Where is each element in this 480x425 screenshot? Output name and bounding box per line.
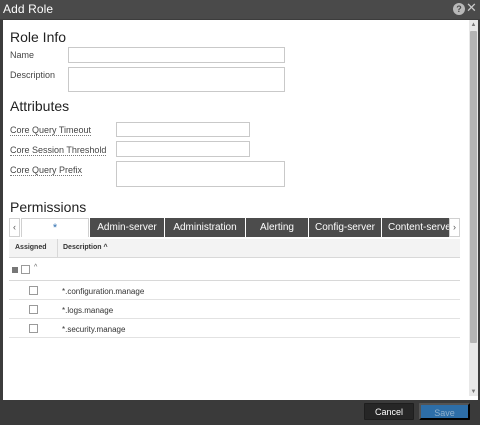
table-row[interactable]: *.configuration.manage xyxy=(9,282,460,300)
assigned-checkbox[interactable] xyxy=(29,324,38,333)
core-session-threshold-input[interactable] xyxy=(116,141,250,157)
save-button[interactable]: Save xyxy=(419,403,470,420)
permissions-heading: Permissions xyxy=(10,199,87,215)
list-menu-icon[interactable] xyxy=(12,267,18,273)
assigned-column-header[interactable]: Assigned xyxy=(15,244,47,251)
core-query-prefix-textarea[interactable] xyxy=(116,161,285,187)
tab-all[interactable]: * xyxy=(21,218,89,237)
dialog-content: Role Info Name Description Attributes Co… xyxy=(3,20,478,400)
tab-content-server[interactable]: Content-server xyxy=(382,218,450,237)
tab-alerting[interactable]: Alerting xyxy=(246,218,308,237)
tab-administration[interactable]: Administration xyxy=(165,218,245,237)
description-textarea[interactable] xyxy=(68,67,285,92)
description-column-header[interactable]: Description ^ xyxy=(63,244,108,251)
close-icon[interactable]: ✕ xyxy=(465,1,478,15)
attributes-heading: Attributes xyxy=(10,98,70,114)
core-session-threshold-label: Core Session Threshold xyxy=(10,145,107,156)
tabs-prev-icon[interactable]: ‹ xyxy=(9,218,20,237)
table-row[interactable]: *.logs.manage xyxy=(9,301,460,319)
assigned-checkbox[interactable] xyxy=(29,286,38,295)
name-input[interactable] xyxy=(68,47,285,63)
cancel-button[interactable]: Cancel xyxy=(364,403,414,420)
selection-toolbar-row: ^ xyxy=(9,259,460,281)
core-query-prefix-label: Core Query Prefix xyxy=(10,165,83,176)
help-icon[interactable]: ? xyxy=(453,3,465,15)
column-divider xyxy=(57,239,58,258)
tab-admin-server[interactable]: Admin-server xyxy=(90,218,164,237)
role-info-heading: Role Info xyxy=(10,29,67,45)
name-label: Name xyxy=(10,50,35,60)
select-all-sort-icon[interactable]: ^ xyxy=(34,264,37,271)
permission-tabs: ‹ * Admin-server Administration Alerting… xyxy=(9,218,460,237)
vertical-scrollbar[interactable]: ▲ ▼ xyxy=(469,20,478,396)
window-title: Add Role xyxy=(3,2,54,16)
dialog-footer: Cancel Save xyxy=(0,400,480,425)
permission-description: *.configuration.manage xyxy=(62,287,145,296)
core-query-timeout-input[interactable] xyxy=(116,122,250,137)
assigned-checkbox[interactable] xyxy=(29,305,38,314)
select-all-checkbox[interactable] xyxy=(21,265,30,274)
permissions-table-header: Assigned Description ^ xyxy=(9,239,460,258)
tab-config-server[interactable]: Config-server xyxy=(309,218,381,237)
permission-description: *.logs.manage xyxy=(62,306,114,315)
table-row[interactable]: *.security.manage xyxy=(9,320,460,338)
core-query-timeout-label: Core Query Timeout xyxy=(10,125,92,136)
scrollbar-thumb[interactable] xyxy=(470,31,477,343)
permission-description: *.security.manage xyxy=(62,325,126,334)
title-bar: Add Role ? ✕ xyxy=(0,0,480,19)
description-label: Description xyxy=(10,70,56,80)
scroll-up-icon[interactable]: ▲ xyxy=(469,21,478,29)
scroll-down-icon[interactable]: ▼ xyxy=(469,388,478,396)
tabs-next-icon[interactable]: › xyxy=(449,218,460,237)
